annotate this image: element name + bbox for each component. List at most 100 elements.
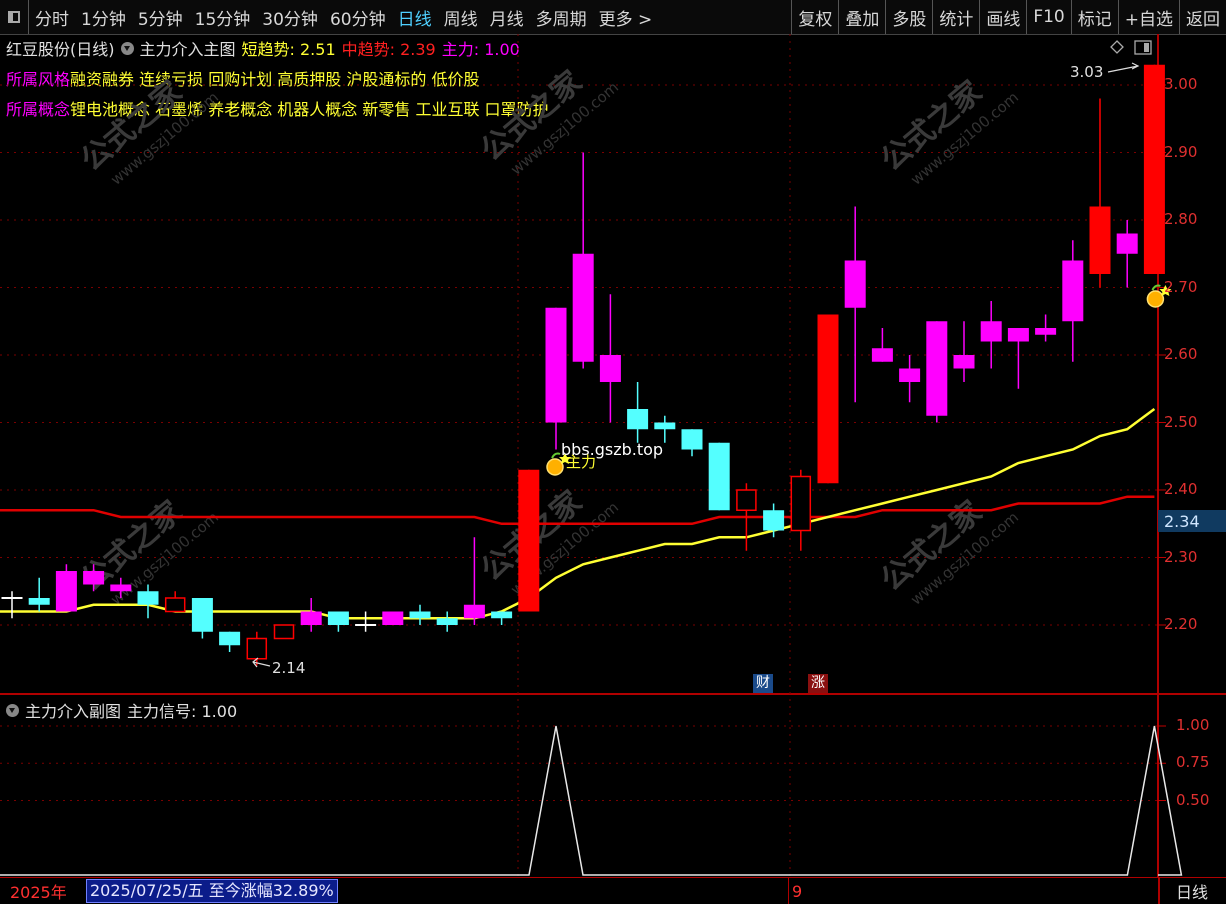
period-tab-8[interactable]: 月线: [484, 0, 530, 34]
candle[interactable]: [110, 577, 132, 598]
mid-trend-value: 中趋势: 2.39: [341, 40, 436, 59]
candle[interactable]: [436, 611, 458, 632]
sub-axis-tick: 1.00: [1176, 716, 1210, 734]
candle[interactable]: [246, 631, 268, 666]
candle[interactable]: [28, 577, 50, 612]
period-tab-2[interactable]: 5分钟: [132, 0, 189, 34]
period-tab-4[interactable]: 30分钟: [256, 0, 324, 34]
candle[interactable]: [790, 469, 812, 551]
tool-button-6[interactable]: 标记: [1070, 0, 1118, 34]
candle[interactable]: [763, 503, 785, 538]
high-price-label: 3.03: [1070, 63, 1104, 81]
candle[interactable]: [708, 442, 730, 511]
short-trend-value: 短趋势: 2.51: [241, 40, 336, 59]
tool-button-2[interactable]: 多股: [885, 0, 932, 34]
sub-axis-tick: 0.75: [1176, 753, 1210, 772]
candle[interactable]: [953, 321, 975, 382]
candle[interactable]: [191, 598, 213, 639]
tool-buttons: 复权 叠加 多股 统计 画线 F10 标记 +自选 返回: [791, 0, 1226, 34]
tool-button-0[interactable]: 复权: [791, 0, 838, 34]
menu-icon[interactable]: [0, 11, 28, 23]
candle[interactable]: [463, 537, 485, 625]
finance-marker[interactable]: 财: [753, 674, 773, 693]
indicator-name[interactable]: 主力介入主图: [140, 36, 236, 60]
concept-label: 所属概念: [6, 100, 71, 119]
watermark-url: www.gszj100.com: [507, 498, 622, 599]
candle[interactable]: [273, 624, 295, 640]
period-label: 日线: [1176, 883, 1209, 902]
candle[interactable]: [1035, 314, 1057, 342]
candle[interactable]: [980, 301, 1002, 369]
sub-dropdown-circle-icon[interactable]: [6, 703, 19, 717]
candle[interactable]: [545, 307, 567, 450]
signal-label: 主力: [566, 453, 597, 471]
candle[interactable]: [871, 328, 893, 362]
month-tick: 9: [792, 881, 803, 901]
candle[interactable]: [654, 415, 676, 443]
candle[interactable]: [219, 631, 241, 652]
cursor-date-info: 2025/07/25/五 至今涨幅32.89%: [86, 879, 338, 903]
candle[interactable]: [681, 429, 703, 457]
tool-button-5[interactable]: F10: [1026, 0, 1070, 34]
candle[interactable]: [83, 564, 105, 592]
candle[interactable]: [1007, 328, 1029, 389]
candle[interactable]: [817, 314, 839, 484]
candle[interactable]: [518, 469, 540, 612]
candle[interactable]: [599, 294, 621, 423]
candle[interactable]: [926, 321, 948, 423]
tool-button-4[interactable]: 画线: [979, 0, 1026, 34]
price-tick: 2.80: [1164, 210, 1198, 228]
watermark-title: 公式之家: [874, 74, 988, 178]
candle[interactable]: [1, 591, 23, 619]
period-tab-7[interactable]: 周线: [438, 0, 484, 34]
tool-button-8[interactable]: 返回: [1179, 0, 1226, 34]
tool-button-7[interactable]: +自选: [1117, 0, 1179, 34]
period-tab-0[interactable]: 分时: [29, 0, 75, 34]
price-tick: 2.40: [1164, 480, 1198, 498]
candle[interactable]: [844, 206, 866, 403]
dropdown-circle-icon[interactable]: [120, 41, 134, 55]
sub-axis-tick: 0.50: [1176, 790, 1210, 809]
watermark-title: 公式之家: [474, 484, 588, 588]
candle[interactable]: [300, 598, 322, 632]
candle[interactable]: [382, 611, 404, 626]
limit-up-marker[interactable]: 涨: [808, 674, 828, 693]
candle[interactable]: [736, 483, 757, 551]
sub-signal-value: 主力信号: 1.00: [127, 702, 238, 721]
candle[interactable]: [164, 591, 186, 613]
candle[interactable]: [491, 611, 513, 626]
watermark-url: www.gszj100.com: [907, 88, 1022, 189]
candle[interactable]: [1089, 98, 1111, 288]
tool-button-1[interactable]: 叠加: [838, 0, 885, 34]
date-bar: 2025年 2025/07/25/五 至今涨幅32.89% 9 日线: [0, 877, 1226, 904]
signal-line: [0, 725, 1183, 876]
period-tab-6[interactable]: 日线: [392, 0, 438, 34]
current-price-tag: 2.34: [1158, 510, 1226, 532]
panel-toggle-icon[interactable]: [1134, 40, 1152, 55]
candle[interactable]: [1062, 240, 1084, 362]
low-arrow-icon: [252, 657, 271, 668]
tool-button-3[interactable]: 统计: [932, 0, 979, 34]
period-tab-10[interactable]: 更多 >: [593, 0, 659, 34]
candle[interactable]: [899, 355, 921, 403]
watermark: 公式之家www.gszj100.com: [74, 494, 222, 608]
candle[interactable]: [355, 611, 377, 632]
price-tick: 2.30: [1164, 547, 1198, 566]
diamond-icon[interactable]: [1110, 40, 1124, 54]
period-tab-1[interactable]: 1分钟: [75, 0, 132, 34]
candle[interactable]: [327, 611, 349, 632]
stock-title[interactable]: 红豆股份(日线): [6, 36, 115, 60]
candle[interactable]: [137, 584, 159, 619]
period-tab-5[interactable]: 60分钟: [324, 0, 392, 34]
period-tab-3[interactable]: 15分钟: [189, 0, 257, 34]
sub-indicator-header: 主力介入副图 主力信号: 1.00: [6, 698, 237, 722]
sub-indicator-name[interactable]: 主力介入副图: [25, 698, 121, 722]
period-tab-9[interactable]: 多周期: [530, 0, 593, 34]
candle[interactable]: [409, 604, 431, 625]
candle[interactable]: [572, 152, 594, 369]
candle[interactable]: [1143, 64, 1165, 274]
style-line: 所属风格 融资融券 连续亏损 回购计划 高质押股 沪股通标的 低价股: [6, 66, 479, 90]
candle[interactable]: [55, 564, 77, 612]
candle[interactable]: [1116, 220, 1138, 288]
candle[interactable]: [627, 382, 649, 443]
